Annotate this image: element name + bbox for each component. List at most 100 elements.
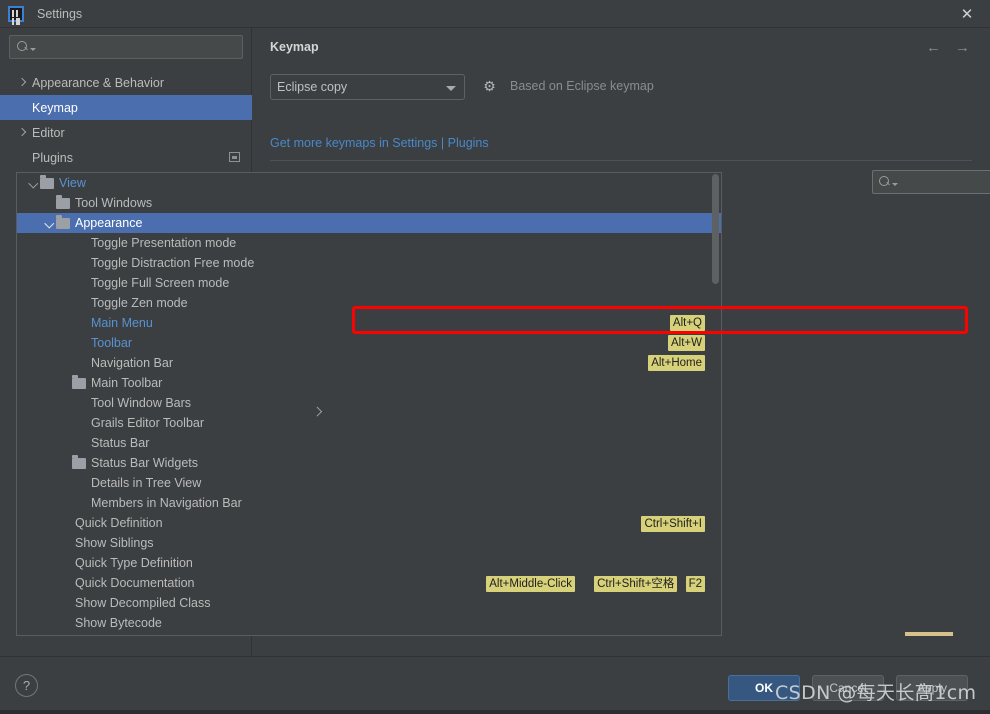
sidebar-item-label: Keymap <box>32 101 78 115</box>
chevron-down-icon[interactable] <box>27 177 40 190</box>
keymap-tree-row[interactable]: Members in Navigation Bar <box>17 493 721 513</box>
arrow-left-icon[interactable]: ← <box>926 40 941 55</box>
folder-icon <box>56 218 70 229</box>
keymap-tree-row[interactable]: Quick Definition <box>17 513 721 533</box>
keymap-action-tree[interactable]: View Tool Windows Appearance Toggle Present… <box>16 172 722 636</box>
keymap-tree-row[interactable]: Show Bytecode <box>17 613 721 633</box>
keymap-select-value: Eclipse copy <box>277 80 347 94</box>
tree-spacer <box>75 357 88 370</box>
keymap-tree-row[interactable]: Tool Window Bars <box>17 393 721 413</box>
tree-spacer <box>59 537 72 550</box>
shortcut-badge: Alt+Q <box>670 315 705 331</box>
keymap-action-label: Tool Window Bars <box>91 396 191 410</box>
tree-spacer <box>43 197 56 210</box>
keymap-tree-row[interactable]: Main MenuAlt+Q <box>17 313 721 333</box>
keymap-tree-row[interactable]: Quick Type Definition <box>17 553 721 573</box>
chevron-down-icon <box>446 86 456 91</box>
sidebar-item-keymap[interactable]: Keymap <box>0 95 252 120</box>
sidebar-item-editor[interactable]: Editor <box>0 120 252 145</box>
keymap-tree-row[interactable]: Toggle Zen mode <box>17 293 721 313</box>
keymap-action-label: Main Toolbar <box>91 376 162 390</box>
close-icon[interactable]: ✕ <box>944 0 990 28</box>
keymap-tree-row[interactable]: Grails Editor Toolbar <box>17 413 721 433</box>
window-title: Settings <box>37 7 82 21</box>
chevron-right-icon[interactable] <box>16 127 28 139</box>
sidebar-item-label: Editor <box>32 126 65 140</box>
scrollbar-thumb[interactable] <box>712 174 719 284</box>
keymap-tree-row[interactable]: Toggle Distraction Free mode <box>17 253 721 273</box>
keymap-action-label: Toggle Zen mode <box>91 296 188 310</box>
tree-spacer <box>59 457 72 470</box>
sidebar-item-plugins[interactable]: Plugins <box>0 145 252 170</box>
tree-spacer <box>75 397 88 410</box>
tree-spacer <box>75 437 88 450</box>
settings-search-input[interactable] <box>9 35 243 59</box>
watermark-text: CSDN @每天长高1cm <box>775 678 976 705</box>
shortcut-badge: Alt+Home <box>648 355 705 371</box>
keymap-tree-row[interactable]: Main Toolbar <box>17 373 721 393</box>
arrow-right-icon[interactable]: → <box>955 40 970 55</box>
chevron-right-icon[interactable] <box>16 77 28 89</box>
tree-spacer <box>59 617 72 630</box>
keymap-tree-row[interactable]: Show Decompiled Class <box>17 593 721 613</box>
keymap-tree-row[interactable]: Details in Tree View <box>17 473 721 493</box>
tree-spacer <box>59 557 72 570</box>
shortcut-badge: Alt+Middle-Click <box>486 576 575 592</box>
keymap-tree-row[interactable]: Show Siblings <box>17 533 721 553</box>
based-on-label: Based on Eclipse keymap <box>510 79 654 93</box>
search-icon <box>17 41 29 53</box>
gear-icon[interactable]: ⚙ <box>482 79 497 94</box>
keymap-tree-row[interactable]: Status Bar <box>17 433 721 453</box>
keymap-select[interactable]: Eclipse copy <box>270 74 465 100</box>
keymap-tree-row[interactable]: Status Bar Widgets <box>17 453 721 473</box>
keymap-tree-row[interactable]: Toggle Presentation mode <box>17 233 721 253</box>
sidebar-item-label: Plugins <box>32 151 73 165</box>
tree-spacer <box>75 417 88 430</box>
shortcut-badge: Ctrl+Shift+I <box>641 516 705 532</box>
tree-spacer <box>75 237 88 250</box>
tree-spacer <box>16 102 28 114</box>
tree-spacer <box>16 152 28 164</box>
tree-scrollbar[interactable] <box>711 174 720 636</box>
keymap-tree-row[interactable]: Toolbar Alt+W <box>17 333 721 353</box>
shortcut-badge: Ctrl+Shift+空格 <box>594 576 677 592</box>
keymap-tree-rows: View Tool Windows Appearance Toggle Present… <box>17 173 721 633</box>
keymap-action-label: Toggle Distraction Free mode <box>91 256 254 270</box>
keymap-action-label: Toolbar <box>91 336 132 350</box>
keymap-search-input[interactable] <box>872 170 990 194</box>
tree-spacer <box>75 257 88 270</box>
keymap-tree-row[interactable]: Toggle Full Screen mode <box>17 273 721 293</box>
folder-icon <box>56 198 70 209</box>
keymap-action-label: Appearance <box>75 216 142 230</box>
get-more-keymaps-link[interactable]: Get more keymaps in Settings | Plugins <box>270 136 489 150</box>
page-title: Keymap <box>270 40 319 54</box>
settings-dialog: Settings ✕ Appearance & Behavior Keymap Ed… <box>0 0 990 714</box>
tree-spacer <box>59 597 72 610</box>
keymap-action-label: Show Decompiled Class <box>75 596 210 610</box>
sidebar-item-appearance-behavior[interactable]: Appearance & Behavior <box>0 70 252 95</box>
divider <box>270 160 972 161</box>
folder-icon <box>72 378 86 389</box>
keymap-action-label: Show Siblings <box>75 536 154 550</box>
keymap-action-label: Toggle Presentation mode <box>91 236 236 250</box>
shortcut-badge: F2 <box>686 576 705 592</box>
chevron-down-icon[interactable] <box>43 217 56 230</box>
search-icon <box>879 176 891 188</box>
keymap-action-label: View <box>59 176 86 190</box>
keymap-tree-row[interactable]: Navigation BarAlt+Home <box>17 353 721 373</box>
intellij-idea-logo-icon <box>8 6 24 22</box>
keymap-tree-row[interactable]: Appearance <box>17 213 721 233</box>
keymap-action-label: Members in Navigation Bar <box>91 496 242 510</box>
keymap-tree-row[interactable]: View <box>17 173 721 193</box>
keymap-action-label: Tool Windows <box>75 196 152 210</box>
tree-spacer <box>59 517 72 530</box>
keymap-action-label: Status Bar <box>91 436 149 450</box>
keymap-tree-row[interactable]: Tool Windows <box>17 193 721 213</box>
tree-spacer <box>75 337 88 350</box>
shortcut-badge: Alt+W <box>668 335 705 351</box>
tree-spacer <box>59 577 72 590</box>
chevron-down-icon <box>30 48 36 51</box>
help-button[interactable]: ? <box>15 674 38 697</box>
folder-icon <box>72 458 86 469</box>
non-project-settings-icon <box>229 152 240 162</box>
